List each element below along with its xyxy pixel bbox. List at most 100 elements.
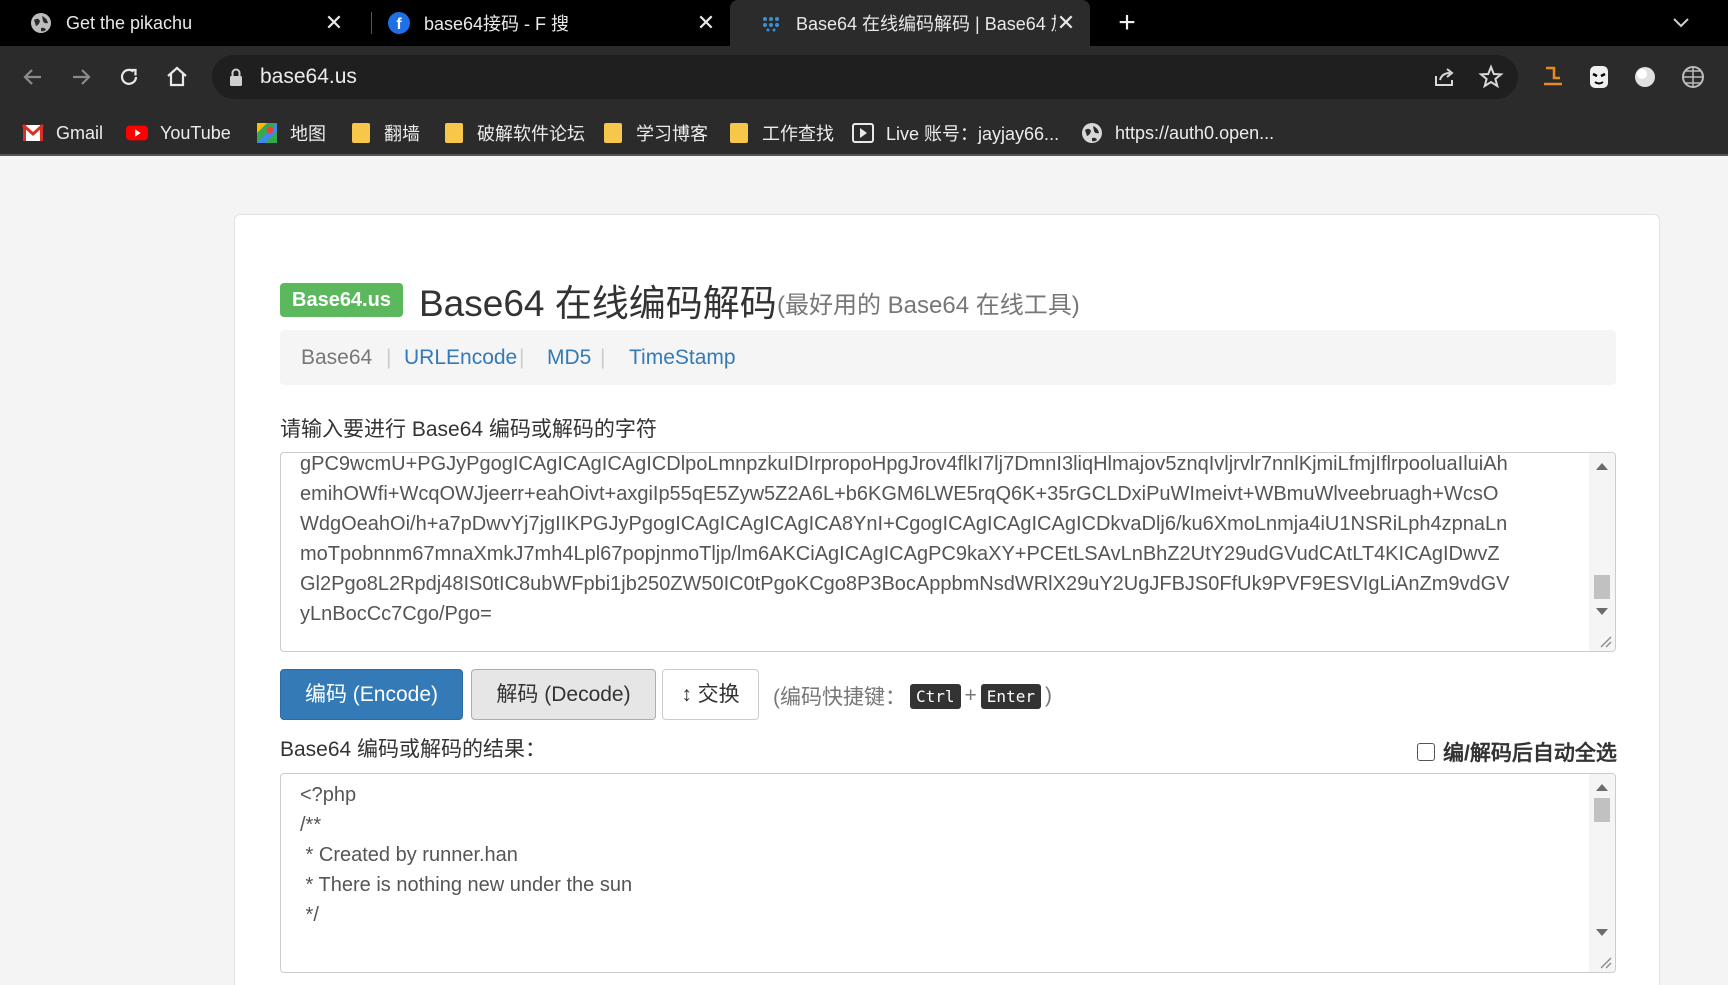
folder-icon bbox=[602, 123, 624, 143]
chevron-down-icon[interactable] bbox=[1666, 8, 1696, 38]
scroll-down-icon[interactable] bbox=[1596, 608, 1608, 615]
lock-icon bbox=[228, 67, 244, 92]
output-textarea[interactable]: <?php /** * Created by runner.han * Ther… bbox=[280, 773, 1616, 973]
shortcut-prefix: (编码快捷键： bbox=[773, 686, 906, 709]
bookmark-label: 翻墙 bbox=[384, 124, 420, 144]
star-icon[interactable] bbox=[1478, 64, 1504, 90]
tab-title: Get the pikachu bbox=[66, 12, 193, 33]
nav-item-base64: Base64 bbox=[301, 346, 373, 369]
bookmark-label: 学习博客 bbox=[636, 124, 708, 144]
bookmark-maps[interactable]: 地图 bbox=[256, 110, 326, 156]
forward-button[interactable] bbox=[64, 60, 98, 94]
home-icon bbox=[167, 66, 187, 87]
tool-card: Base64.us Base64 在线编码解码 (最好用的 Base64 在线工… bbox=[234, 214, 1660, 985]
bookmark-label: 工作查找 bbox=[762, 124, 834, 144]
bookmark-youtube[interactable]: YouTube bbox=[126, 110, 231, 156]
bookmark-label: Live 账号：jayjay66... bbox=[886, 124, 1060, 144]
scroll-thumb[interactable] bbox=[1594, 798, 1610, 822]
brand-badge[interactable]: Base64.us bbox=[280, 283, 403, 317]
resize-grip-icon[interactable] bbox=[1598, 634, 1612, 648]
tab-base64-search[interactable]: f base64接码 - F 搜 ✕ bbox=[358, 0, 730, 46]
play-box-icon bbox=[852, 123, 874, 143]
tab-title: base64接码 - F 搜 bbox=[424, 14, 570, 34]
input-scrollbar[interactable] bbox=[1589, 453, 1615, 651]
auto-select-checkbox[interactable] bbox=[1417, 743, 1435, 761]
tab-title: Base64 在线编码解码 | Base64 加密 bbox=[796, 14, 1056, 34]
reload-icon bbox=[120, 68, 138, 85]
input-textarea[interactable]: gPC9wcmU+PGJyPgogICAgICAgICAgICDlpoLmnpz… bbox=[280, 452, 1616, 652]
folder-icon bbox=[728, 123, 750, 143]
browser-tab-bar: Get the pikachu ✕ f base64接码 - F 搜 ✕ Bas… bbox=[0, 0, 1728, 46]
share-icon[interactable] bbox=[1432, 64, 1458, 90]
decode-button[interactable]: 解码 (Decode) bbox=[471, 669, 656, 720]
close-icon[interactable]: ✕ bbox=[324, 10, 344, 36]
bookmark-live-account[interactable]: Live 账号：jayjay66... bbox=[852, 110, 1059, 156]
gmail-icon bbox=[22, 123, 44, 143]
nav-link-timestamp[interactable]: TimeStamp bbox=[629, 330, 736, 385]
bookmark-folder-crack-forum[interactable]: 破解软件论坛 bbox=[443, 110, 585, 156]
close-icon[interactable]: ✕ bbox=[696, 10, 716, 36]
nav-link-urlencode[interactable]: URLEncode bbox=[404, 330, 517, 385]
arrow-left-icon bbox=[23, 69, 41, 85]
url-text[interactable]: base64.us bbox=[260, 55, 357, 99]
extension-translate-icon[interactable] bbox=[1536, 60, 1570, 94]
back-button[interactable] bbox=[16, 60, 50, 94]
bookmarks-bar: Gmail YouTube 地图 翻墙 破解软件论坛 学习博客 工作查找 Liv… bbox=[0, 110, 1728, 156]
address-bar[interactable]: base64.us bbox=[212, 55, 1518, 99]
encode-button[interactable]: 编码 (Encode) bbox=[280, 669, 463, 720]
shortcut-plus: + bbox=[964, 684, 977, 707]
arrow-right-icon bbox=[73, 69, 91, 85]
scroll-down-icon[interactable] bbox=[1596, 929, 1608, 936]
bookmark-label: https://auth0.open... bbox=[1115, 122, 1275, 143]
output-label: Base64 编码或解码的结果： bbox=[280, 738, 547, 761]
input-label: 请输入要进行 Base64 编码或解码的字符 bbox=[280, 418, 657, 441]
nav-separator: | bbox=[519, 346, 525, 369]
folder-icon bbox=[443, 123, 465, 143]
tab-base64-online[interactable]: Base64 在线编码解码 | Base64 加密 ✕ bbox=[730, 0, 1090, 46]
nav-link-md5[interactable]: MD5 bbox=[547, 330, 591, 385]
swap-button[interactable]: ↕ 交换 bbox=[662, 669, 759, 720]
scroll-thumb[interactable] bbox=[1594, 575, 1610, 599]
folder-icon bbox=[350, 123, 372, 143]
extension-globe-grid-icon[interactable] bbox=[1676, 60, 1710, 94]
close-icon[interactable]: ✕ bbox=[1056, 10, 1076, 36]
bookmark-folder-vpn[interactable]: 翻墙 bbox=[350, 110, 420, 156]
kbd-enter: Enter bbox=[980, 683, 1041, 709]
reload-button[interactable] bbox=[112, 60, 146, 94]
scroll-up-icon[interactable] bbox=[1596, 784, 1608, 791]
resize-grip-icon[interactable] bbox=[1598, 955, 1612, 969]
extension-circle-icon[interactable] bbox=[1628, 60, 1662, 94]
nav-separator: | bbox=[386, 346, 392, 369]
maps-icon bbox=[256, 123, 278, 143]
bookmark-label: 破解软件论坛 bbox=[477, 124, 585, 144]
nav-separator: | bbox=[600, 346, 606, 369]
scroll-up-icon[interactable] bbox=[1596, 463, 1608, 470]
base64-site-icon bbox=[760, 12, 782, 34]
input-text[interactable]: gPC9wcmU+PGJyPgogICAgICAgICAgICDlpoLmnpz… bbox=[300, 453, 1571, 629]
bookmark-gmail[interactable]: Gmail bbox=[22, 110, 103, 156]
page-subtitle: (最好用的 Base64 在线工具) bbox=[777, 292, 1080, 319]
new-tab-button[interactable]: + bbox=[1110, 6, 1144, 40]
output-scrollbar[interactable] bbox=[1589, 774, 1615, 972]
bookmark-auth0[interactable]: https://auth0.open... bbox=[1081, 110, 1274, 156]
f-logo-icon: f bbox=[388, 12, 410, 34]
auto-select-label: 编/解码后自动全选 bbox=[1443, 742, 1617, 765]
bookmark-folder-study-blog[interactable]: 学习博客 bbox=[602, 110, 708, 156]
bookmark-folder-job-search[interactable]: 工作查找 bbox=[728, 110, 834, 156]
bookmark-label: Gmail bbox=[56, 122, 104, 143]
svg-text:f: f bbox=[396, 16, 402, 33]
page-title: Base64 在线编码解码 bbox=[419, 283, 777, 324]
home-button[interactable] bbox=[160, 60, 194, 94]
shortcut-hint: (编码快捷键： Ctrl + Enter ) bbox=[773, 681, 1052, 711]
kbd-ctrl: Ctrl bbox=[910, 683, 961, 709]
shortcut-suffix: ) bbox=[1044, 684, 1052, 707]
tab-get-the-pikachu[interactable]: Get the pikachu ✕ bbox=[0, 0, 358, 46]
extension-mask-icon[interactable] bbox=[1582, 60, 1616, 94]
youtube-icon bbox=[126, 123, 148, 143]
globe-icon bbox=[30, 12, 52, 34]
toolbar-divider bbox=[0, 154, 1728, 156]
bookmark-label: YouTube bbox=[160, 122, 231, 143]
auto-select-option[interactable]: 编/解码后自动全选 bbox=[1417, 737, 1617, 767]
output-text[interactable]: <?php /** * Created by runner.han * Ther… bbox=[300, 780, 1571, 930]
browser-toolbar: base64.us Gmail YouTube 地图 翻墙 破解软件论坛 学习博… bbox=[0, 46, 1728, 156]
